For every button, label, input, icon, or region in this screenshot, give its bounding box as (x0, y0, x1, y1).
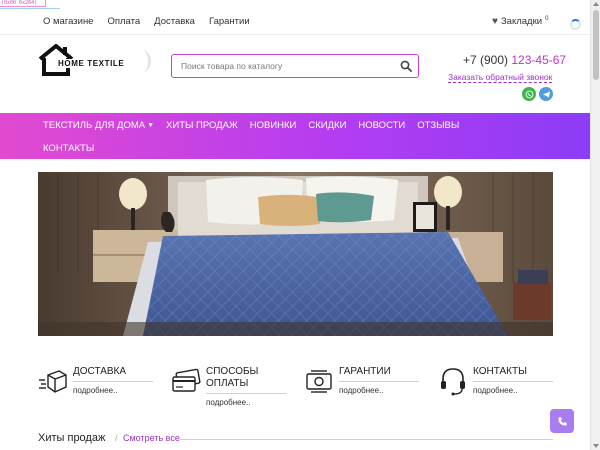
bookmarks-label: Закладки (500, 16, 543, 27)
bookmarks-count: 0 (545, 15, 549, 22)
menu-item-news[interactable]: Новости (358, 120, 405, 131)
main-menu-row: Текстиль для дома ▼ Хиты продаж Новинки С… (43, 120, 459, 131)
loading-spinner-icon (570, 19, 581, 30)
feature-more-link[interactable]: подробнее.. (339, 386, 384, 395)
features-strip: Доставка подробнее.. Способы оплаты подро… (38, 362, 553, 410)
feature-divider (206, 393, 286, 394)
telegram-icon[interactable] (539, 87, 553, 101)
cash-guarantee-icon (306, 370, 332, 393)
whatsapp-icon[interactable] (522, 87, 536, 101)
bedroom-banner-image (38, 172, 553, 336)
phone-icon (557, 416, 567, 426)
chevron-down-icon: ▼ (147, 122, 155, 129)
feature-divider (73, 381, 153, 382)
telegram-plane-glyph (542, 90, 550, 98)
social-icons (522, 87, 553, 101)
menu-item-hits[interactable]: Хиты продаж (166, 120, 238, 131)
menu-item-label: Текстиль для дома (43, 120, 146, 131)
hits-section-header: Хиты продаж / Смотреть все (38, 432, 553, 448)
search-input[interactable] (172, 55, 392, 77)
feature-title-line: Доставка (73, 366, 127, 377)
top-nav-delivery[interactable]: Доставка (154, 16, 195, 27)
feature-divider (473, 381, 553, 382)
search-box (171, 54, 419, 78)
feature-more-link[interactable]: подробнее.. (73, 386, 118, 395)
feature-title: Гарантии (339, 366, 391, 378)
callback-float-button[interactable] (550, 409, 574, 433)
callback-link[interactable]: Заказать обратный звонок (448, 72, 553, 83)
phone-main: 123-45-67 (511, 53, 567, 67)
top-nav-guarantees[interactable]: Гарантии (209, 16, 250, 27)
heart-icon: ♥ (492, 16, 498, 27)
top-nav-about[interactable]: О магазине (43, 16, 93, 27)
menu-item-sales[interactable]: Скидки (308, 120, 346, 131)
scroll-down-arrow-icon[interactable] (593, 444, 599, 448)
feature-title-line: Способы (206, 366, 259, 377)
main-menu: Текстиль для дома ▼ Хиты продаж Новинки С… (0, 113, 590, 159)
scroll-up-arrow-icon[interactable] (593, 2, 599, 6)
hero-banner[interactable] (38, 172, 553, 336)
menu-item-home-textile[interactable]: Текстиль для дома ▼ (43, 120, 154, 131)
credit-cards-icon (172, 368, 201, 392)
top-nav: О магазине Оплата Доставка Гарантии (43, 16, 250, 27)
page-scrollbar[interactable] (590, 0, 600, 450)
feature-delivery[interactable]: Доставка подробнее.. (38, 362, 156, 410)
debug-coordinate-tag: (0x00 0x264) (0, 0, 46, 7)
feature-guarantees[interactable]: Гарантии подробнее.. (304, 362, 422, 410)
menu-item-reviews[interactable]: Отзывы (417, 120, 459, 131)
top-nav-payment[interactable]: Оплата (107, 16, 140, 27)
logo-swoosh (133, 50, 151, 72)
debug-line (0, 8, 60, 9)
feature-title: Способы оплаты (206, 366, 258, 390)
feature-title-line: Контакты (473, 366, 527, 377)
delivery-box-icon (39, 370, 67, 393)
feature-title: Контакты (473, 366, 527, 378)
main-menu-row: Контакты (43, 143, 94, 154)
feature-title-line: оплаты (206, 378, 249, 389)
logo-text: HOME TEXTILE (55, 59, 128, 68)
section-title: Хиты продаж (38, 432, 106, 444)
phone-number[interactable]: +7 (900) 123-45-67 (463, 53, 566, 67)
feature-title-line: Гарантии (339, 366, 391, 377)
menu-item-contacts[interactable]: Контакты (43, 143, 94, 154)
top-bar: О магазине Оплата Доставка Гарантии ♥ За… (0, 10, 590, 34)
section-divider (180, 439, 553, 440)
feature-payment[interactable]: Способы оплаты подробнее.. (171, 362, 289, 410)
scroll-thumb[interactable] (593, 10, 599, 80)
bookmarks-link[interactable]: ♥ Закладки 0 (492, 15, 549, 28)
page: (0x00 0x264) О магазине Оплата Доставка … (0, 0, 590, 450)
top-divider (0, 34, 590, 35)
feature-divider (339, 381, 419, 382)
menu-item-new[interactable]: Новинки (250, 120, 297, 131)
whatsapp-phone-glyph (525, 90, 533, 98)
feature-contacts[interactable]: Контакты подробнее.. (438, 362, 556, 410)
feature-title: Доставка (73, 366, 126, 378)
headset-icon (441, 368, 465, 396)
feature-more-link[interactable]: подробнее.. (206, 398, 251, 407)
site-logo[interactable]: HOME TEXTILE (38, 44, 156, 78)
feature-more-link[interactable]: подробнее.. (473, 386, 518, 395)
phone-prefix: +7 (900) (463, 53, 509, 67)
search-icon[interactable] (400, 60, 412, 72)
see-all-link[interactable]: Смотреть все (123, 433, 180, 443)
section-separator: / (115, 433, 118, 443)
